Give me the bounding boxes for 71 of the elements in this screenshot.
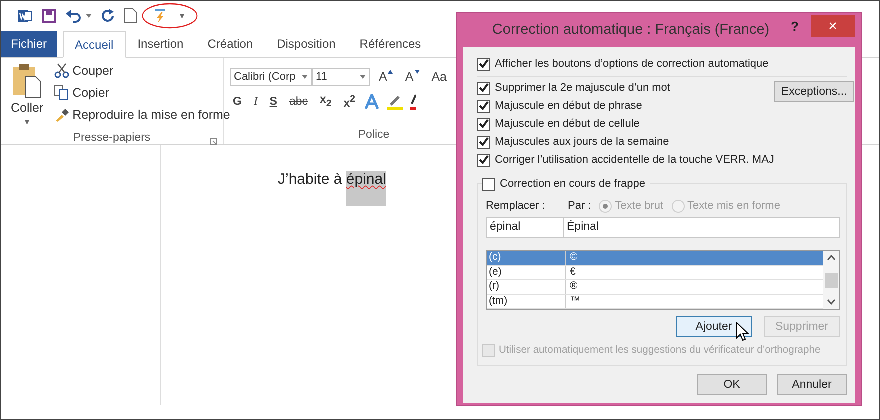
replace-label: Remplacer : <box>486 200 546 212</box>
scrollbar-thumb[interactable] <box>824 272 838 288</box>
checkbox-option[interactable]: Majuscule en début de phrase <box>477 97 774 115</box>
font-name-field[interactable]: Calibri (Corp <box>230 68 312 86</box>
scroll-up-icon[interactable] <box>826 255 836 261</box>
new-document-icon[interactable] <box>124 8 138 24</box>
cut-button[interactable]: Couper <box>54 61 230 81</box>
group-label: Presse-papiers <box>73 132 151 144</box>
format-painter-button[interactable]: Reproduire la mise en forme <box>54 105 230 125</box>
replace-field[interactable]: épinal <box>486 217 564 238</box>
grow-font-button[interactable]: A <box>376 70 396 84</box>
format-button[interactable]: abc <box>286 96 312 108</box>
format-button[interactable]: I <box>250 96 261 108</box>
text-effects-icon[interactable] <box>364 94 380 110</box>
list-cell[interactable]: ™ <box>566 294 580 308</box>
down-triangle-icon <box>414 70 420 74</box>
highlight-ellipse <box>142 3 198 29</box>
copy-icon <box>54 85 70 101</box>
change-case-button[interactable]: Aa <box>428 70 450 84</box>
brush-icon <box>54 107 70 123</box>
cancel-button[interactable]: Annuler <box>777 374 847 395</box>
list-cell[interactable]: € <box>566 266 576 279</box>
group-label: Police <box>358 129 390 141</box>
with-label: Par : <box>568 200 592 212</box>
paste-button[interactable]: Coller ▾ <box>7 61 48 129</box>
dropdown-caret-icon[interactable] <box>86 14 92 18</box>
font-color-icon[interactable] <box>410 94 416 110</box>
shrink-font-button[interactable]: A <box>402 70 423 84</box>
list-cell[interactable]: © <box>566 251 578 264</box>
checkbox-option[interactable]: Corriger l’utilisation accidentelle de la touche VERR. MAJ <box>477 151 774 169</box>
dropdown-caret-icon[interactable] <box>302 75 308 79</box>
mouse-pointer-icon <box>736 322 749 342</box>
list-cell[interactable]: (tm) <box>487 294 566 308</box>
with-field[interactable]: Épinal <box>564 217 840 238</box>
checkbox-option[interactable]: Afficher les boutons d’options de correction automatique <box>477 55 847 73</box>
checkbox-option[interactable]: Majuscule en début de cellule <box>477 115 774 133</box>
list-cell[interactable]: (c) <box>487 251 566 264</box>
dialog-launcher-icon[interactable] <box>210 138 217 145</box>
scroll-down-icon[interactable] <box>826 299 836 305</box>
list-cell[interactable]: (r) <box>487 280 566 294</box>
save-icon[interactable] <box>41 8 57 24</box>
format-button[interactable]: x$_{2}$ <box>317 94 335 110</box>
ribbon-tab[interactable]: Accueil <box>63 31 126 58</box>
word-logo-icon[interactable] <box>17 8 33 24</box>
checkbox-option[interactable]: Correction en cours de frappe <box>482 175 650 193</box>
redo-icon[interactable] <box>100 8 116 24</box>
help-button[interactable]: ? <box>779 19 811 34</box>
up-triangle-icon <box>388 70 394 74</box>
scissors-icon <box>54 63 70 79</box>
lightning-icon[interactable] <box>152 8 168 24</box>
highlighter-icon[interactable] <box>386 94 404 110</box>
list-cell[interactable]: (e) <box>487 266 566 279</box>
format-button[interactable]: x$^{2}$ <box>340 94 358 110</box>
format-button[interactable]: G <box>230 96 245 108</box>
add-button[interactable]: Ajouter <box>676 316 752 337</box>
checkbox-option[interactable]: Supprimer la 2e majuscule d’un mot <box>477 79 774 97</box>
format-button[interactable]: S <box>266 96 280 108</box>
ok-button[interactable]: OK <box>697 374 767 395</box>
exceptions-button[interactable]: Exceptions... <box>774 81 854 102</box>
clipboard-icon <box>12 63 42 99</box>
font-size-field[interactable]: 11 <box>312 68 370 86</box>
customize-caret[interactable]: ▾ <box>180 11 185 21</box>
dialog-title: Correction automatique : Français (France) <box>491 21 771 38</box>
dropdown-caret-icon[interactable] <box>360 75 366 79</box>
close-button[interactable]: × <box>811 15 855 37</box>
list-cell[interactable]: ® <box>566 280 578 294</box>
checkbox-option[interactable]: Majuscules aux jours de la semaine <box>477 133 774 151</box>
ribbon-tab[interactable]: Fichier <box>1 31 58 57</box>
copy-button[interactable]: Copier <box>54 83 230 103</box>
checkmark-icon <box>478 59 488 69</box>
undo-icon[interactable] <box>65 8 83 24</box>
